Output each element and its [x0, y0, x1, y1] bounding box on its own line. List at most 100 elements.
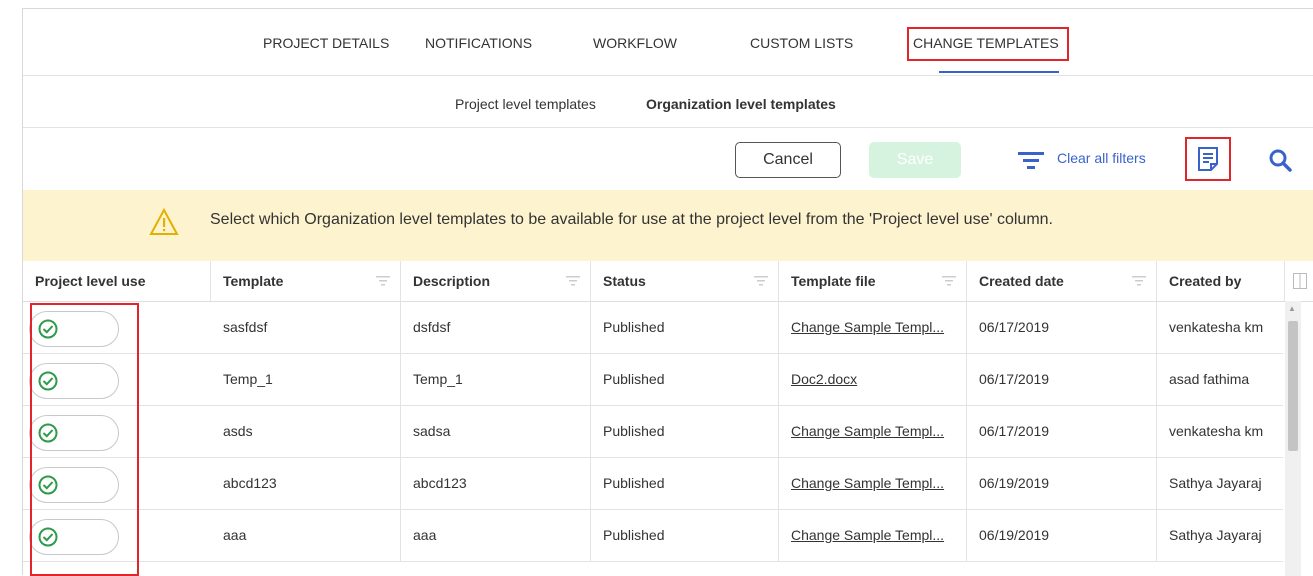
cell-project-level-use: [23, 302, 211, 353]
scrollbar-thumb[interactable]: [1288, 321, 1298, 451]
cell-created-by: venkatesha km: [1169, 319, 1264, 335]
subtab-organization-level-templates[interactable]: Organization level templates: [646, 96, 836, 112]
cell-created-date: 06/17/2019: [967, 406, 1157, 457]
sort-icon[interactable]: [1132, 276, 1146, 286]
table-row[interactable]: aaa aaa Published Change Sample Templ...…: [23, 510, 1283, 562]
cell-description: abcd123: [401, 458, 591, 509]
cell-template-file: Change Sample Templ...: [779, 510, 967, 561]
sub-tabs: Project level templates Organization lev…: [23, 75, 1313, 128]
column-chooser-icon[interactable]: [1293, 273, 1307, 289]
column-label: Created by: [1169, 273, 1242, 289]
active-tab-indicator: [939, 71, 1059, 73]
sort-icon[interactable]: [376, 276, 390, 286]
document-icon[interactable]: [1197, 146, 1219, 172]
cell-created-by: Sathya Jayaraj: [1169, 527, 1262, 543]
toolbar: Cancel Save Clear all filters: [23, 127, 1313, 190]
cell-template-file: Doc2.docx: [779, 354, 967, 405]
check-circle-icon: [38, 527, 58, 547]
cell-template: abcd123: [211, 458, 401, 509]
tab-custom-lists[interactable]: CUSTOM LISTS: [750, 35, 853, 51]
cell-template-file: Change Sample Templ...: [779, 302, 967, 353]
cell-template: sasfdsf: [211, 302, 401, 353]
column-header-created-by[interactable]: Created by: [1157, 261, 1285, 301]
cell-project-level-use: [23, 354, 211, 405]
filter-icon[interactable]: [1018, 151, 1044, 169]
column-header-project-level-use[interactable]: Project level use: [23, 261, 211, 301]
project-level-use-toggle[interactable]: [29, 519, 119, 555]
column-label: Description: [413, 273, 491, 289]
template-file-link[interactable]: Change Sample Templ...: [791, 319, 944, 335]
cell-template: asds: [211, 406, 401, 457]
cell-template-file: Change Sample Templ...: [779, 458, 967, 509]
column-label: Template: [223, 273, 284, 289]
project-level-use-toggle[interactable]: [29, 311, 119, 347]
column-label: Created date: [979, 273, 1064, 289]
cell-created-date: 06/19/2019: [967, 510, 1157, 561]
check-circle-icon: [38, 475, 58, 495]
check-circle-icon: [38, 319, 58, 339]
cell-template: aaa: [211, 510, 401, 561]
cell-template-file: Change Sample Templ...: [779, 406, 967, 457]
warning-icon: [149, 208, 179, 235]
cell-status: Published: [591, 510, 779, 561]
cell-description: Temp_1: [401, 354, 591, 405]
table-row[interactable]: abcd123 abcd123 Published Change Sample …: [23, 458, 1283, 510]
clear-all-filters-link[interactable]: Clear all filters: [1057, 150, 1146, 166]
search-icon[interactable]: [1268, 148, 1292, 172]
sort-icon[interactable]: [754, 276, 768, 286]
project-level-use-toggle[interactable]: [29, 363, 119, 399]
cell-description: dsfdsf: [401, 302, 591, 353]
cell-created-by: asad fathima: [1169, 371, 1250, 387]
cell-template: Temp_1: [211, 354, 401, 405]
table-row[interactable]: asds sadsa Published Change Sample Templ…: [23, 406, 1283, 458]
template-file-link[interactable]: Doc2.docx: [791, 371, 857, 387]
column-label: Status: [603, 273, 646, 289]
tab-project-details[interactable]: PROJECT DETAILS: [263, 35, 389, 51]
cell-description: sadsa: [401, 406, 591, 457]
sort-icon[interactable]: [566, 276, 580, 286]
template-file-link[interactable]: Change Sample Templ...: [791, 475, 944, 491]
column-header-template[interactable]: Template: [211, 261, 401, 301]
template-file-link[interactable]: Change Sample Templ...: [791, 527, 944, 543]
cell-status: Published: [591, 302, 779, 353]
table-scrollbar[interactable]: ▲: [1285, 301, 1301, 576]
table-row[interactable]: sasfdsf dsfdsf Published Change Sample T…: [23, 302, 1283, 354]
table-header: Project level use Template Description S…: [23, 261, 1313, 302]
column-label: Project level use: [35, 273, 146, 289]
cell-status: Published: [591, 458, 779, 509]
subtab-project-level-templates[interactable]: Project level templates: [455, 96, 596, 112]
top-tabs: PROJECT DETAILS NOTIFICATIONS WORKFLOW C…: [23, 9, 1313, 76]
cell-created-date: 06/17/2019: [967, 302, 1157, 353]
project-level-use-toggle[interactable]: [29, 415, 119, 451]
cell-created-by: venkatesha km: [1169, 423, 1264, 439]
cancel-button[interactable]: Cancel: [735, 142, 841, 178]
banner-message: Select which Organization level template…: [210, 211, 1053, 228]
tab-workflow[interactable]: WORKFLOW: [593, 35, 677, 51]
template-file-link[interactable]: Change Sample Templ...: [791, 423, 944, 439]
column-header-description[interactable]: Description: [401, 261, 591, 301]
cell-project-level-use: [23, 510, 211, 561]
column-label: Template file: [791, 273, 876, 289]
cell-created-date: 06/19/2019: [967, 458, 1157, 509]
column-header-template-file[interactable]: Template file: [779, 261, 967, 301]
table-row[interactable]: Temp_1 Temp_1 Published Doc2.docx 06/17/…: [23, 354, 1283, 406]
check-circle-icon: [38, 371, 58, 391]
project-level-use-toggle[interactable]: [29, 467, 119, 503]
cell-description: aaa: [401, 510, 591, 561]
sort-icon[interactable]: [942, 276, 956, 286]
cell-status: Published: [591, 406, 779, 457]
scroll-up-arrow-icon[interactable]: ▲: [1288, 305, 1296, 313]
cell-project-level-use: [23, 406, 211, 457]
save-button[interactable]: Save: [869, 142, 961, 178]
cell-created-date: 06/17/2019: [967, 354, 1157, 405]
cell-status: Published: [591, 354, 779, 405]
settings-panel: PROJECT DETAILS NOTIFICATIONS WORKFLOW C…: [22, 8, 1313, 576]
info-banner: Select which Organization level template…: [23, 190, 1313, 261]
tab-change-templates[interactable]: CHANGE TEMPLATES: [913, 35, 1059, 51]
column-header-created-date[interactable]: Created date: [967, 261, 1157, 301]
column-header-status[interactable]: Status: [591, 261, 779, 301]
cell-project-level-use: [23, 458, 211, 509]
check-circle-icon: [38, 423, 58, 443]
cell-created-by: Sathya Jayaraj: [1169, 475, 1262, 491]
tab-notifications[interactable]: NOTIFICATIONS: [425, 35, 532, 51]
